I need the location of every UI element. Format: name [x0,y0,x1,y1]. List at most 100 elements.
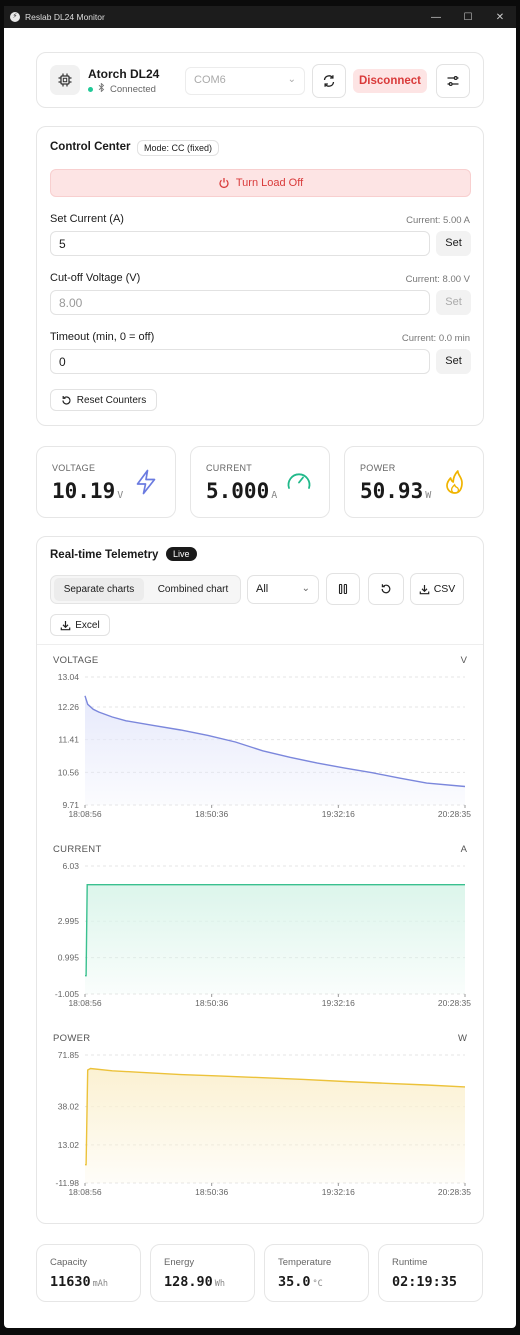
timeout-label: Timeout (min, 0 = off) [50,331,155,343]
close-button[interactable]: ✕ [484,12,516,23]
device-name: Atorch DL24 [88,67,160,81]
power-x-tick-label: 20:28:35 [438,1187,471,1197]
temperature-card: Temperature 35.0 °C [264,1244,369,1302]
reset-icon [381,584,391,594]
runtime-value-row: 02:19:35 [392,1274,457,1290]
energy-unit: Wh [214,1279,226,1289]
gauge-icon [287,473,311,489]
csv-label: CSV [433,583,456,595]
power-chart: POWER W71.8538.0213.02-11.9818:08:56 18:50… [53,1033,471,1197]
export-csv-button[interactable]: CSV [410,573,464,605]
power-value: 50.93 [360,479,424,503]
capacity-card: Capacity 11630 mAh [36,1244,141,1302]
chevron-down-icon: ⌄ [287,74,296,85]
voltage-chart: VOLTAGE V13.0412.2611.4110.569.7118:08:56… [53,655,471,819]
timeout-input[interactable]: 0 [50,349,430,374]
minimize-button[interactable]: — [420,12,452,23]
divider [37,644,483,645]
voltage-x-tick-label: 20:28:35 [438,809,471,819]
reset-counters-button[interactable]: Reset Counters [50,389,157,411]
export-excel-button[interactable]: Excel [50,614,110,636]
set-cutoff-button[interactable]: Set [436,290,471,315]
power-x-tick-label: 18:50:36 [195,1187,228,1197]
temperature-value: 35.0 [278,1274,311,1290]
voltage-x-tick-label: 19:32:16 [322,809,355,819]
power-x-tick-label: 18:08:56 [68,1187,101,1197]
temperature-unit: °C [312,1279,323,1289]
current-y-tick-label: 6.03 [62,861,79,871]
maximize-button[interactable]: ☐ [452,12,484,23]
current-card: CURRENT 5.000 A [190,446,330,518]
reset-chart-button[interactable] [368,573,404,605]
set-current-button[interactable]: Set [436,231,471,256]
sliders-icon [447,75,459,87]
settings-button[interactable] [436,64,470,98]
pause-button[interactable] [326,573,360,605]
connection-status: Connected [88,82,156,95]
voltage-card: VOLTAGE 10.19 V [36,446,176,518]
bluetooth-icon [98,82,105,95]
reset-counters-label: Reset Counters [76,394,147,406]
cutoff-voltage-input[interactable]: 8.00 [50,290,430,315]
power-chart-unit: W [458,1033,467,1044]
refresh-icon [323,75,335,87]
voltage-x-tick-label: 18:50:36 [195,809,228,819]
cutoff-voltage-readout: Current: 8.00 V [405,274,470,285]
power-value-row: 50.93 W [360,479,431,503]
set-current-input[interactable]: 5 [50,231,430,256]
energy-value-row: 128.90 Wh [164,1274,225,1290]
pause-icon [338,583,348,595]
energy-card: Energy 128.90 Wh [150,1244,255,1302]
current-y-tick-label: 2.995 [58,916,80,926]
current-area [85,884,465,994]
port-select[interactable]: COM6 ⌄ [185,67,305,95]
set-current-readout: Current: 5.00 A [406,215,470,226]
current-x-tick-label: 18:50:36 [195,998,228,1008]
current-value-row: 5.000 A [206,479,277,503]
voltage-value-row: 10.19 V [52,479,123,503]
energy-value: 128.90 [164,1274,213,1290]
temperature-value-row: 35.0 °C [278,1274,323,1290]
power-y-tick-label: 38.02 [58,1102,80,1112]
power-y-tick-label: 71.85 [58,1050,80,1060]
voltage-chart-title: VOLTAGE [53,655,99,666]
download-icon [60,620,71,630]
runtime-value: 02:19:35 [392,1274,458,1290]
voltage-unit: V [117,490,124,501]
range-select[interactable]: All ⌄ [247,575,319,604]
chevron-down-icon: ⌄ [301,583,310,594]
power-y-tick-label: 13.02 [58,1140,80,1150]
power-unit: W [425,490,432,501]
turn-load-off-button[interactable]: Turn Load Off [50,169,471,197]
current-x-tick-label: 19:32:16 [322,998,355,1008]
power-icon [219,178,229,189]
current-y-tick-label: 0.995 [58,953,80,963]
voltage-area [85,695,465,805]
voltage-value: 10.19 [52,479,116,503]
live-badge: Live [166,547,197,561]
power-x-tick-label: 19:32:16 [322,1187,355,1197]
chip-icon [50,65,80,95]
app-window: Atorch DL24 Connected COM6 ⌄ Disconnect … [4,28,516,1328]
current-value: 5.000 [206,479,270,503]
set-timeout-button[interactable]: Set [436,349,471,374]
window-title: Reslab DL24 Monitor [25,12,105,22]
app-icon: ⚡ [10,12,20,22]
set-current-label: Set Current (A) [50,213,124,225]
tab-combined-chart[interactable]: Combined chart [147,578,239,601]
mode-badge: Mode: CC (fixed) [137,140,220,156]
tab-separate-charts[interactable]: Separate charts [54,578,144,601]
current-chart-unit: A [461,844,468,855]
capacity-value: 11630 [50,1274,91,1290]
current-label: CURRENT [206,463,253,473]
disconnect-button[interactable]: Disconnect [353,69,427,93]
power-card: POWER 50.93 W [344,446,484,518]
timeout-readout: Current: 0.0 min [401,333,470,344]
telemetry-panel: Real-time Telemetry Live Separate charts… [36,536,484,1224]
refresh-button[interactable] [312,64,346,98]
control-center-title: Control Center [50,141,131,153]
voltage-y-tick-label: 10.56 [58,767,80,777]
voltage-y-tick-label: 11.41 [58,735,79,745]
temperature-label: Temperature [278,1257,332,1268]
energy-label: Energy [164,1257,195,1268]
